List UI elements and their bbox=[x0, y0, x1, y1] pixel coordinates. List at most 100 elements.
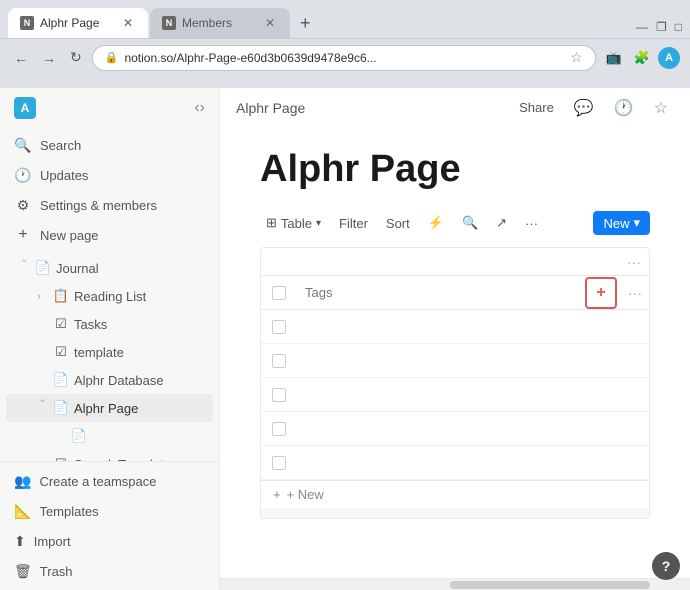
row-3-checkbox[interactable] bbox=[272, 388, 286, 402]
sidebar-item-reading-list[interactable]: › 📋 Reading List bbox=[6, 282, 213, 310]
sidebar-item-template[interactable]: › ☑ template bbox=[6, 338, 213, 366]
page-content: Alphr Page ⊞ Table ▾ Filter Sort ⚡ bbox=[220, 128, 690, 578]
alphr-page-icon: 📄 bbox=[52, 399, 70, 417]
sidebar-new-page-label: New page bbox=[40, 228, 99, 243]
more-icon: ··· bbox=[525, 216, 538, 231]
sort-button[interactable]: Sort bbox=[380, 213, 416, 234]
filter-button[interactable]: Filter bbox=[333, 213, 374, 234]
cast-icon[interactable]: 📺 bbox=[602, 48, 626, 68]
comment-button[interactable]: 💬 bbox=[568, 95, 600, 121]
sidebar-item-create-teamspace[interactable]: 👥 Create a teamspace bbox=[6, 466, 213, 496]
filter-label: Filter bbox=[339, 216, 368, 231]
templates-label: Templates bbox=[39, 504, 98, 519]
page-header-actions: Share 💬 🕐 ☆ bbox=[513, 95, 674, 121]
sidebar-item-sample-template[interactable]: › ☑ SampleTemplate bbox=[6, 450, 213, 461]
table-view-button[interactable]: ⊞ Table ▾ bbox=[260, 212, 327, 234]
updates-icon: 🕐 bbox=[14, 166, 32, 184]
table-footer bbox=[261, 508, 649, 518]
table-header-more-icon[interactable]: ··· bbox=[627, 254, 641, 270]
tab-alphr-page[interactable]: N Alphr Page ✕ bbox=[8, 8, 148, 38]
header-checkbox[interactable] bbox=[272, 286, 286, 300]
search-icon: 🔍 bbox=[462, 215, 478, 231]
add-column-button[interactable]: + bbox=[585, 277, 617, 309]
minimize-button[interactable]: — bbox=[636, 20, 648, 34]
more-options-button[interactable]: ··· bbox=[519, 213, 544, 234]
create-teamspace-label: Create a teamspace bbox=[39, 474, 156, 489]
sample-template-icon: ☑ bbox=[52, 455, 70, 461]
tab-close-members[interactable]: ✕ bbox=[262, 15, 278, 31]
address-bar: ← → ↻ 🔒 notion.so/Alphr-Page-e60d3b0639d… bbox=[0, 38, 690, 76]
share-button[interactable]: Share bbox=[513, 97, 560, 118]
sidebar-item-journal[interactable]: › 📄 Journal bbox=[6, 254, 213, 282]
favorite-button[interactable]: ☆ bbox=[648, 95, 674, 121]
app-layout: A ‹› 🔍 Search 🕐 Updates ⚙ Settings & mem… bbox=[0, 88, 690, 590]
row-5-checkbox[interactable] bbox=[272, 456, 286, 470]
new-row-label: + New bbox=[287, 487, 324, 502]
bookmark-icon[interactable]: ☆ bbox=[570, 49, 583, 66]
row-2-checkbox[interactable] bbox=[272, 354, 286, 368]
sidebar-item-trash[interactable]: 🗑 Trash bbox=[6, 556, 213, 586]
settings-icon: ⚙ bbox=[14, 196, 32, 214]
page-header-title: Alphr Page bbox=[236, 100, 305, 116]
column-more-button[interactable]: ··· bbox=[621, 285, 649, 301]
row-4-checkbox[interactable] bbox=[272, 422, 286, 436]
new-arrow-icon: ▾ bbox=[633, 215, 640, 231]
toolbar: ⊞ Table ▾ Filter Sort ⚡ 🔍 ↗ bbox=[260, 207, 650, 239]
sidebar-item-alphr-page[interactable]: › 📄 Alphr Page bbox=[6, 394, 213, 422]
search-button[interactable]: 🔍 bbox=[456, 212, 484, 234]
lightning-button[interactable]: ⚡ bbox=[422, 212, 450, 234]
sidebar-item-import[interactable]: ⬆ Import bbox=[6, 526, 213, 556]
teamspace-icon: 👥 bbox=[14, 473, 31, 490]
restore-button[interactable]: ❐ bbox=[656, 20, 667, 34]
journal-icon: 📄 bbox=[34, 259, 52, 277]
expand-icon-alphr-page: › bbox=[30, 399, 48, 417]
new-tab-button[interactable]: + bbox=[292, 9, 319, 38]
sidebar-top: A ‹› bbox=[0, 88, 219, 128]
tags-column-label: Tags bbox=[305, 285, 332, 300]
tab-members[interactable]: N Members ✕ bbox=[150, 8, 290, 38]
sidebar-item-unnamed[interactable]: › 📄 bbox=[6, 422, 213, 450]
sidebar-item-tasks[interactable]: › ☑ Tasks bbox=[6, 310, 213, 338]
tab-close-alphr[interactable]: ✕ bbox=[120, 15, 136, 31]
import-icon: ⬆ bbox=[14, 533, 26, 550]
new-record-button[interactable]: New ▾ bbox=[593, 211, 650, 235]
sidebar-item-search[interactable]: 🔍 Search bbox=[6, 130, 213, 160]
journal-label: Journal bbox=[56, 261, 209, 276]
maximize-button[interactable]: □ bbox=[675, 20, 682, 34]
expand-icon-reading-list: › bbox=[30, 287, 48, 305]
sidebar-item-templates[interactable]: 📐 Templates bbox=[6, 496, 213, 526]
trash-label: Trash bbox=[40, 564, 73, 579]
new-row-button[interactable]: + + New bbox=[261, 480, 649, 508]
expand-icon-journal: › bbox=[12, 259, 30, 277]
sidebar-item-alphr-database[interactable]: › 📄 Alphr Database bbox=[6, 366, 213, 394]
forward-button[interactable]: → bbox=[38, 48, 60, 68]
link-button[interactable]: ↗ bbox=[490, 212, 513, 234]
page-title: Alphr Page bbox=[260, 148, 650, 191]
row-3-checkbox-cell bbox=[261, 388, 297, 402]
reload-button[interactable]: ↻ bbox=[66, 47, 86, 68]
template-icon: ☑ bbox=[52, 343, 70, 361]
history-button[interactable]: 🕐 bbox=[608, 95, 640, 121]
table-chevron-icon: ▾ bbox=[316, 218, 321, 229]
tab-title-alphr: Alphr Page bbox=[40, 16, 114, 30]
back-button[interactable]: ← bbox=[10, 48, 32, 68]
table-header: Tags + ··· bbox=[261, 276, 649, 310]
workspace-button[interactable]: A bbox=[8, 93, 188, 123]
sidebar-toggle-button[interactable]: ‹› bbox=[188, 97, 211, 119]
row-1-checkbox[interactable] bbox=[272, 320, 286, 334]
table-container: ··· Tags + ··· bbox=[260, 247, 650, 519]
unnamed-icon: 📄 bbox=[70, 427, 88, 445]
sidebar-item-new-page[interactable]: + New page bbox=[6, 220, 213, 250]
sidebar-search-label: Search bbox=[40, 138, 81, 153]
sidebar-item-updates[interactable]: 🕐 Updates bbox=[6, 160, 213, 190]
extension-puzzle-icon[interactable]: 🧩 bbox=[630, 48, 654, 68]
tab-favicon-alphr: N bbox=[20, 16, 34, 30]
sidebar-settings-label: Settings & members bbox=[40, 198, 157, 213]
sidebar-item-settings[interactable]: ⚙ Settings & members bbox=[6, 190, 213, 220]
scrollbar-thumb[interactable] bbox=[450, 581, 650, 589]
import-label: Import bbox=[34, 534, 71, 549]
page-header-bar: Alphr Page Share 💬 🕐 ☆ bbox=[220, 88, 690, 128]
help-button[interactable]: ? bbox=[652, 552, 680, 580]
profile-icon[interactable]: A bbox=[658, 47, 680, 69]
url-bar[interactable]: 🔒 notion.so/Alphr-Page-e60d3b0639d9478e9… bbox=[92, 45, 596, 71]
